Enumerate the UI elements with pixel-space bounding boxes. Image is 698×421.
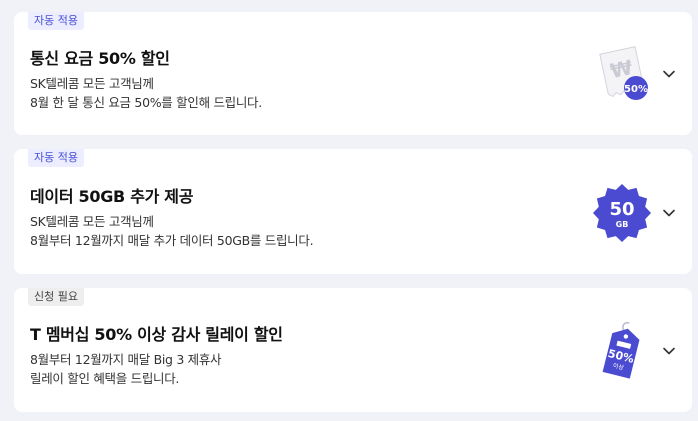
chevron-down-icon[interactable] [660,342,678,360]
discount-tag-icon: 50% 이상 [602,321,640,379]
receipt-won-50-icon: ₩ 50% [599,46,648,100]
data-badge-number: 50 [609,199,634,220]
data-badge-unit: GB [616,220,629,229]
benefit-card-data-bonus[interactable]: 자동 적용 데이터 50GB 추가 제공 SK텔레콤 모든 고객님께 8월부터 … [14,149,692,274]
benefit-card-phone-discount[interactable]: 자동 적용 통신 요금 50% 할인 SK텔레콤 모든 고객님께 8월 한 달 … [14,12,692,135]
card-desc-line2: 릴레이 할인 혜택을 드립니다. [30,371,180,386]
card-title: 데이터 50GB 추가 제공 [30,187,194,206]
card-title: 통신 요금 50% 할인 [30,49,170,68]
card-desc-line2: 8월부터 12월까지 매달 추가 데이터 50GB를 드립니다. [30,233,314,248]
card-desc-line1: SK텔레콤 모든 고객님께 [30,76,154,91]
card-title: T 멤버십 50% 이상 감사 릴레이 할인 [30,325,283,344]
chevron-down-icon[interactable] [660,204,678,222]
card-desc-line2: 8월 한 달 통신 요금 50%를 할인해 드립니다. [30,95,262,110]
status-badge: 자동 적용 [28,12,84,30]
card-desc-line1: SK텔레콤 모든 고객님께 [30,214,154,229]
status-badge: 신청 필요 [28,288,84,306]
receipt-badge-label: 50% [624,84,648,95]
card-desc-line1: 8월부터 12월까지 매달 Big 3 제휴사 [30,352,222,367]
data-50gb-badge-icon: 50 GB [593,184,651,242]
chevron-down-icon[interactable] [660,65,678,83]
status-badge: 자동 적용 [28,149,84,167]
benefit-card-membership-discount[interactable]: 신청 필요 T 멤버십 50% 이상 감사 릴레이 할인 8월부터 12월까지 … [14,288,692,412]
